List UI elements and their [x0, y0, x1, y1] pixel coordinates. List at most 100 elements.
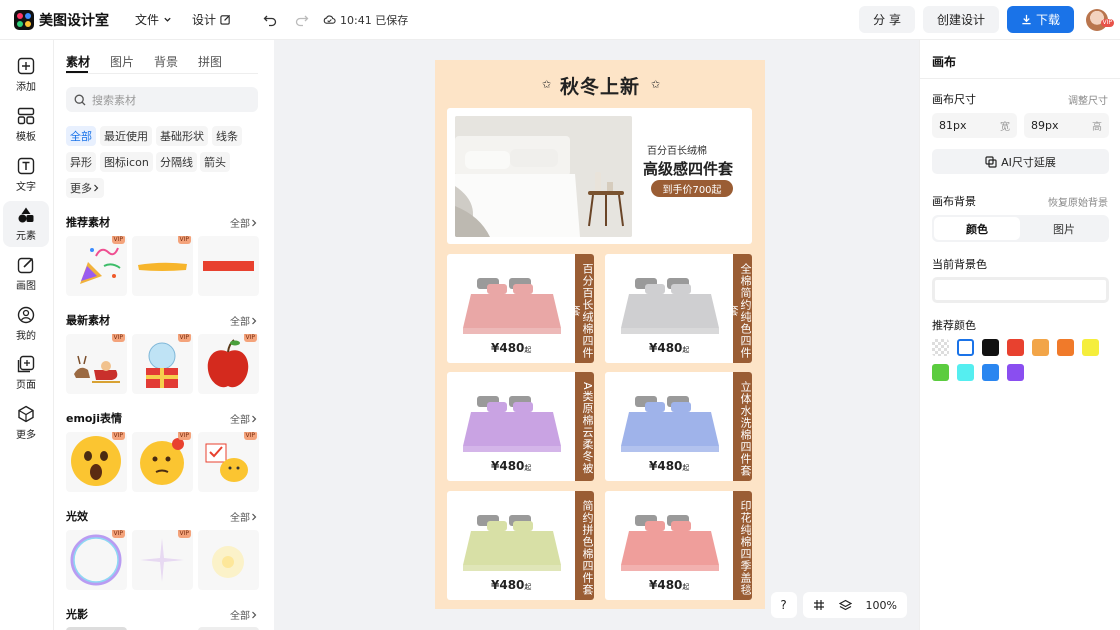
- canvas-workspace[interactable]: ✩ 秋冬上新 ✩ 百分百长绒棉 高级感四件套 到手价700起 百分百长绒棉四件套…: [274, 40, 919, 630]
- material-thumb-bubble[interactable]: VIP: [66, 530, 127, 590]
- card-price[interactable]: ¥480起: [491, 459, 531, 473]
- rail-item-page[interactable]: 页面: [3, 350, 49, 396]
- product-card[interactable]: 百分百长绒棉四件套 ¥480起: [447, 254, 594, 363]
- chip-lines[interactable]: 线条: [212, 126, 242, 146]
- material-thumb-apple[interactable]: VIP: [198, 334, 259, 394]
- rail-item-add[interactable]: 添加: [3, 52, 49, 98]
- ai-resize-button[interactable]: AI尺寸延展: [932, 149, 1109, 174]
- product-card[interactable]: 简约拼色棉四件套 ¥480起: [447, 491, 594, 600]
- share-button[interactable]: 分 享: [859, 6, 915, 33]
- seg-color[interactable]: 颜色: [934, 217, 1020, 240]
- material-thumb-party-popper[interactable]: VIP: [66, 236, 127, 296]
- product-card[interactable]: 立体水洗棉四件套 ¥480起: [605, 372, 752, 481]
- color-swatch[interactable]: [932, 364, 949, 381]
- chip-all[interactable]: 全部: [66, 126, 96, 146]
- color-swatch[interactable]: [932, 339, 949, 356]
- height-field[interactable]: 89px 高: [1024, 113, 1109, 138]
- card-price[interactable]: ¥480起: [491, 341, 531, 355]
- rail-item-more[interactable]: 更多: [3, 400, 49, 446]
- resize-link[interactable]: 调整尺寸: [1068, 92, 1108, 107]
- material-thumb-thinking-emoji[interactable]: VIP: [132, 432, 193, 492]
- product-card[interactable]: A类原棉云柔冬被 ¥480起: [447, 372, 594, 481]
- tab-images[interactable]: 图片: [110, 53, 134, 70]
- material-thumb-glow[interactable]: [198, 530, 259, 590]
- color-swatch[interactable]: [982, 364, 999, 381]
- section-all-link[interactable]: 全部: [230, 411, 258, 426]
- file-menu[interactable]: 文件: [135, 11, 172, 28]
- color-swatch[interactable]: [1057, 339, 1074, 356]
- design-menu[interactable]: 设计: [192, 11, 231, 28]
- seg-image[interactable]: 图片: [1021, 217, 1107, 240]
- card-price[interactable]: ¥480起: [649, 578, 689, 592]
- poster-title[interactable]: 秋冬上新: [435, 72, 765, 99]
- chip-irregular[interactable]: 异形: [66, 152, 96, 172]
- card-price[interactable]: ¥480起: [649, 459, 689, 473]
- reset-bg-link[interactable]: 恢复原始背景: [1048, 194, 1108, 209]
- hero-price-tag[interactable]: 到手价700起: [651, 180, 733, 197]
- product-card[interactable]: 印花纯棉四季盖毯 ¥480起: [605, 491, 752, 600]
- redo-icon[interactable]: [295, 13, 309, 27]
- color-swatch[interactable]: [1007, 339, 1024, 356]
- poster-canvas[interactable]: ✩ 秋冬上新 ✩ 百分百长绒棉 高级感四件套 到手价700起 百分百长绒棉四件套…: [435, 60, 765, 609]
- section-all-link[interactable]: 全部: [230, 215, 258, 230]
- rail-item-draw[interactable]: 画图: [3, 251, 49, 297]
- material-thumb-chick-emoji[interactable]: VIP: [198, 432, 259, 492]
- app-logo[interactable]: 美图设计室: [14, 9, 109, 30]
- file-menu-label: 文件: [135, 13, 160, 27]
- section-all-link[interactable]: 全部: [230, 607, 258, 622]
- color-swatch[interactable]: [957, 364, 974, 381]
- material-thumb-reindeer-sleigh[interactable]: VIP: [66, 334, 127, 394]
- layers-icon[interactable]: [838, 599, 852, 612]
- card-label[interactable]: A类原棉云柔冬被: [575, 372, 594, 481]
- color-swatch[interactable]: [982, 339, 999, 356]
- card-label[interactable]: 全棉简约纯色四件套: [726, 254, 752, 363]
- card-price[interactable]: ¥480起: [491, 578, 531, 592]
- section-all-link[interactable]: 全部: [230, 313, 258, 328]
- tab-backgrounds[interactable]: 背景: [154, 53, 178, 70]
- grid-icon[interactable]: [813, 599, 825, 611]
- tab-collage[interactable]: 拼图: [198, 53, 222, 70]
- product-card[interactable]: 全棉简约纯色四件套 ¥480起: [605, 254, 752, 363]
- current-bg-color-field[interactable]: [932, 277, 1109, 303]
- color-swatch[interactable]: [1032, 339, 1049, 356]
- chip-more[interactable]: 更多: [66, 178, 104, 198]
- hero-banner[interactable]: 百分百长绒棉 高级感四件套 到手价700起: [447, 108, 752, 244]
- rail-item-text[interactable]: 文字: [3, 152, 49, 198]
- hero-headline[interactable]: 高级感四件套: [643, 158, 733, 179]
- material-thumb-gift-globe[interactable]: VIP: [132, 334, 193, 394]
- chip-icons[interactable]: 图标icon: [100, 152, 153, 172]
- bedroom-photo[interactable]: [455, 116, 632, 237]
- card-label[interactable]: 简约拼色棉四件套: [575, 491, 594, 600]
- undo-icon[interactable]: [263, 13, 277, 27]
- rail-item-template[interactable]: 模板: [3, 102, 49, 148]
- create-design-button[interactable]: 创建设计: [922, 6, 999, 33]
- download-button[interactable]: 下载: [1006, 6, 1074, 33]
- color-swatch[interactable]: [1007, 364, 1024, 381]
- section-all-link[interactable]: 全部: [230, 509, 258, 524]
- tab-materials[interactable]: 素材: [66, 53, 90, 70]
- apple-icon: [207, 339, 249, 388]
- color-swatch[interactable]: [957, 339, 974, 356]
- material-thumb-shocked-emoji[interactable]: VIP: [66, 432, 127, 492]
- material-thumb-yellow-stroke[interactable]: VIP: [132, 236, 193, 296]
- material-thumb-red-bar[interactable]: [198, 236, 259, 296]
- hero-subtitle[interactable]: 百分百长绒棉: [647, 142, 707, 157]
- rail-item-mine[interactable]: 我的: [3, 301, 49, 347]
- chip-recent[interactable]: 最近使用: [100, 126, 152, 146]
- chip-basic-shapes[interactable]: 基础形状: [156, 126, 208, 146]
- avatar[interactable]: VIP: [1086, 8, 1114, 31]
- width-field[interactable]: 81px 宽: [932, 113, 1017, 138]
- card-price[interactable]: ¥480起: [649, 341, 689, 355]
- card-label[interactable]: 立体水洗棉四件套: [733, 372, 752, 481]
- card-label[interactable]: 印花纯棉四季盖毯: [733, 491, 752, 600]
- material-thumb-sparkle[interactable]: VIP: [132, 530, 193, 590]
- help-button[interactable]: ?: [770, 592, 797, 618]
- rail-item-element[interactable]: 元素: [3, 201, 49, 247]
- search-input[interactable]: 搜索素材: [66, 87, 258, 112]
- chip-arrows[interactable]: 箭头: [200, 152, 230, 172]
- chip-dividers[interactable]: 分隔线: [156, 152, 197, 172]
- vip-tag: VIP: [177, 530, 191, 538]
- zoom-level[interactable]: 100%: [866, 599, 897, 612]
- card-label[interactable]: 百分百长绒棉四件套: [568, 254, 594, 363]
- color-swatch[interactable]: [1082, 339, 1099, 356]
